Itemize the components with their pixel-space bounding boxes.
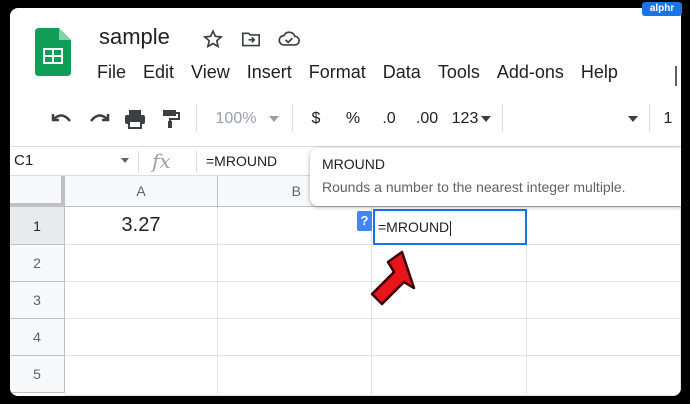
tooltip-function-name: MROUND [322,156,385,172]
cell-c5[interactable] [372,356,527,396]
redo-icon[interactable] [87,108,111,130]
toolbar-divider [292,104,293,132]
undo-icon[interactable] [50,108,74,130]
fx-icon: fx [152,149,171,173]
menu-file[interactable]: File [97,62,134,83]
menu-view[interactable]: View [191,62,238,83]
function-tooltip: MROUND Rounds a number to the nearest in… [310,148,681,206]
decrease-decimal-label: .0 [382,110,396,127]
cell-b4[interactable] [218,319,372,356]
menu-tools[interactable]: Tools [438,62,488,83]
formula-bar-divider [196,151,197,173]
text-cursor [450,220,452,236]
toolbar-divider [649,104,650,132]
cell-b2[interactable] [218,245,372,282]
row-header-1[interactable]: 1 [10,207,65,245]
document-title[interactable]: sample [99,24,170,50]
formula-input[interactable]: =MROUND [206,153,277,169]
toolbar: 100% $ % .0 .00 123 1 [10,100,681,138]
toolbar-divider [502,104,503,132]
row-header-2[interactable]: 2 [10,245,65,282]
zoom-caret-icon[interactable] [268,108,280,130]
cell-c4[interactable] [372,319,527,356]
move-folder-icon[interactable] [240,28,262,50]
name-box[interactable]: C1 [14,152,33,169]
cell-d4[interactable] [527,319,681,356]
cloud-status-icon[interactable] [278,28,300,50]
more-formats-caret-icon[interactable] [480,108,492,130]
cell-b5[interactable] [218,356,372,396]
cell-a4[interactable] [65,319,218,356]
spreadsheet-grid: A B 1 2 3 4 5 3.27 ? =MROUND [10,176,681,396]
more-formats-button[interactable]: 123 [451,108,479,130]
zoom-select[interactable]: 100% [206,108,266,130]
row-header-3[interactable]: 3 [10,282,65,319]
tooltip-description: Rounds a number to the nearest integer m… [322,179,626,195]
cell-editor-text: =MROUND [378,219,450,235]
menu-help[interactable]: Help [581,62,626,83]
menu-add-ons[interactable]: Add-ons [497,62,572,83]
cell-d2[interactable] [527,245,681,282]
increase-decimal-label: .00 [415,110,439,127]
screenshot-frame: sample File Edit View Insert Format Data… [10,8,681,396]
column-header-a[interactable]: A [65,176,218,207]
active-cell-c1-editor[interactable]: =MROUND [373,209,527,245]
cell-a2[interactable] [65,245,218,282]
cell-a1[interactable]: 3.27 [65,207,218,245]
name-box-caret-icon[interactable] [121,158,129,163]
menu-insert[interactable]: Insert [247,62,300,83]
font-select-caret-icon[interactable] [627,108,639,130]
formula-help-button[interactable]: ? [357,211,372,231]
row-header-5[interactable]: 5 [10,356,65,393]
increase-decimal-button[interactable]: .00 [413,108,441,130]
menu-bar: File Edit View Insert Format Data Tools … [97,62,635,83]
row-header-4[interactable]: 4 [10,319,65,356]
percent-format-button[interactable]: % [344,108,362,130]
cell-d5[interactable] [527,356,681,396]
cell-b1[interactable] [218,207,372,245]
decrease-decimal-button[interactable]: .0 [377,108,401,130]
menu-format[interactable]: Format [309,62,374,83]
menu-trailing-divider [675,66,679,86]
cell-b3[interactable] [218,282,372,319]
font-size-input[interactable]: 1 [660,108,676,130]
select-all-corner[interactable] [10,176,65,207]
brand-badge: alphr [642,2,682,16]
cell-a3[interactable] [65,282,218,319]
formula-bar-divider [138,151,139,173]
cell-d1[interactable] [527,207,681,245]
paint-format-icon[interactable] [160,108,182,130]
toolbar-divider [196,104,197,132]
cell-a5[interactable] [65,356,218,396]
red-arrow-icon [360,248,420,308]
menu-data[interactable]: Data [383,62,429,83]
menu-edit[interactable]: Edit [143,62,182,83]
print-icon[interactable] [123,108,147,130]
cell-d3[interactable] [527,282,681,319]
currency-format-button[interactable]: $ [308,108,324,130]
star-icon[interactable] [202,28,224,50]
sheets-logo-icon[interactable] [35,28,71,76]
